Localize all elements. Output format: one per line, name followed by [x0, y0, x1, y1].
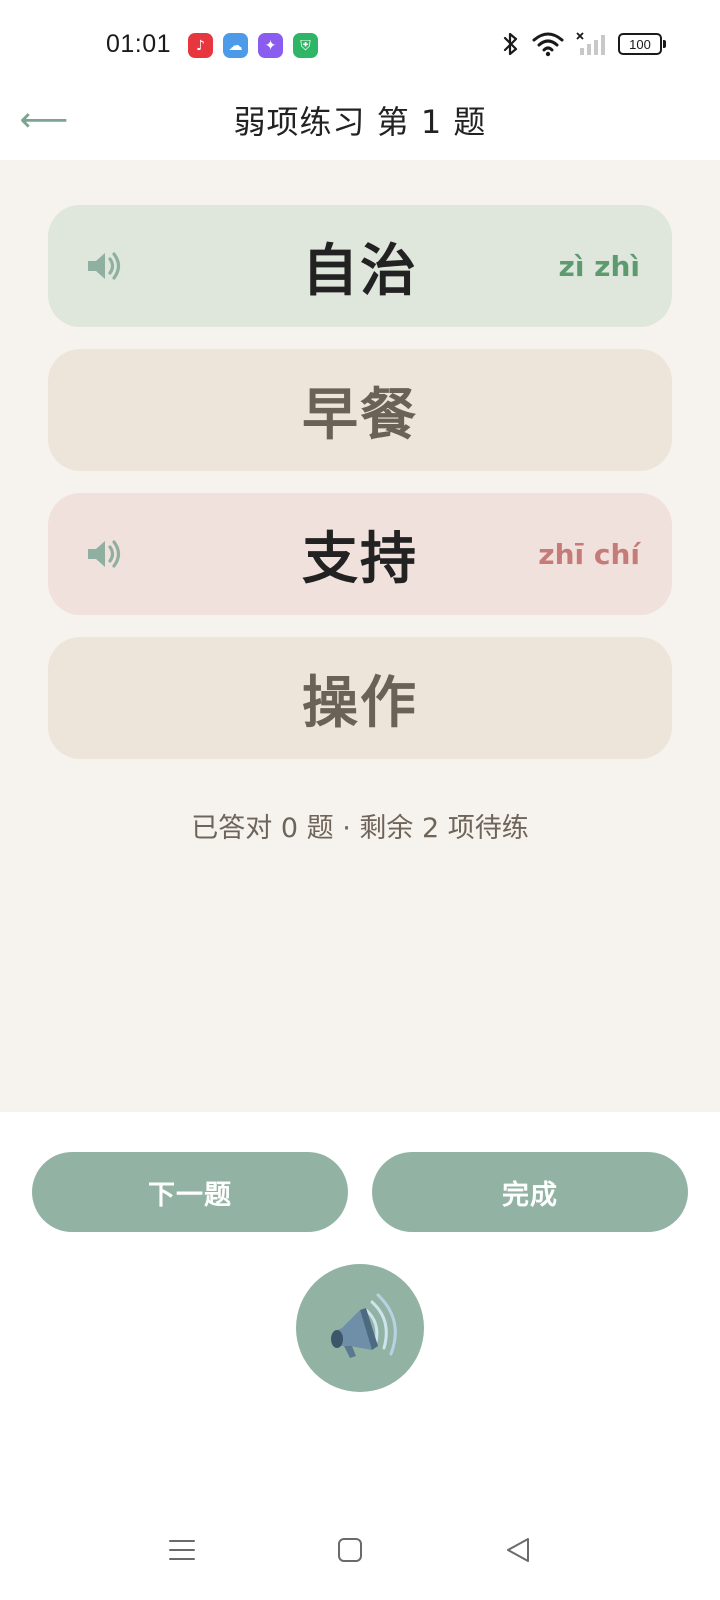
option-card[interactable]: 操作 — [48, 637, 672, 759]
option-pinyin: zhī chí — [538, 537, 640, 571]
next-question-button[interactable]: 下一题 — [32, 1152, 348, 1232]
app-bar: 弱项练习 第 1 题 ⟵ — [0, 80, 720, 160]
menu-icon — [169, 1540, 195, 1560]
status-app-icons: ♪ ☁ ✦ ⛨ — [188, 33, 318, 58]
bluetooth-icon — [503, 32, 518, 56]
option-card-wrong[interactable]: 支持 zhī chí — [48, 493, 672, 615]
music-app-icon: ♪ — [188, 33, 213, 58]
home-button[interactable] — [330, 1530, 370, 1570]
page-title: 弱项练习 第 1 题 — [233, 103, 487, 141]
status-indicators: 100 — [502, 31, 666, 57]
back-triangle-icon — [507, 1538, 529, 1562]
option-word: 支持 — [302, 526, 418, 592]
battery-indicator: 100 — [618, 33, 666, 55]
security-app-icon: ⛨ — [293, 33, 318, 58]
finish-button[interactable]: 完成 — [372, 1152, 688, 1232]
status-bar: 01:01 ♪ ☁ ✦ ⛨ 100 — [0, 0, 720, 80]
option-word: 早餐 — [302, 382, 418, 448]
option-pinyin: zì zhì — [558, 249, 640, 283]
back-button[interactable]: ⟵ — [19, 96, 69, 144]
progress-text: 已答对 0 题 · 剩余 2 项待练 — [191, 813, 529, 844]
option-card-correct[interactable]: 自治 zì zhì — [48, 205, 672, 327]
option-card[interactable]: 早餐 — [48, 349, 672, 471]
option-word: 自治 — [302, 238, 418, 304]
photos-app-icon: ✦ — [258, 33, 283, 58]
cellular-signal-icon — [576, 32, 605, 55]
loudspeaker-icon — [331, 1293, 397, 1358]
back-arrow-icon: ⟵ — [19, 100, 69, 140]
option-word: 操作 — [302, 670, 418, 736]
status-time: 01:01 — [106, 30, 172, 58]
weather-app-icon: ☁ — [223, 33, 248, 58]
wifi-icon — [532, 32, 564, 57]
system-nav-bar — [0, 1500, 720, 1600]
speaker-icon[interactable] — [84, 246, 124, 286]
bottom-action-panel: 下一题 完成 — [0, 1112, 720, 1472]
back-nav-button[interactable] — [498, 1530, 538, 1570]
play-audio-button[interactable] — [296, 1264, 424, 1392]
quiz-content: 自治 zì zhì 早餐 支持 zhī chí 操作 已答对 0 题 · 剩余 … — [0, 160, 720, 1113]
speaker-icon[interactable] — [84, 534, 124, 574]
home-square-icon — [338, 1538, 362, 1562]
recent-apps-button[interactable] — [162, 1530, 202, 1570]
